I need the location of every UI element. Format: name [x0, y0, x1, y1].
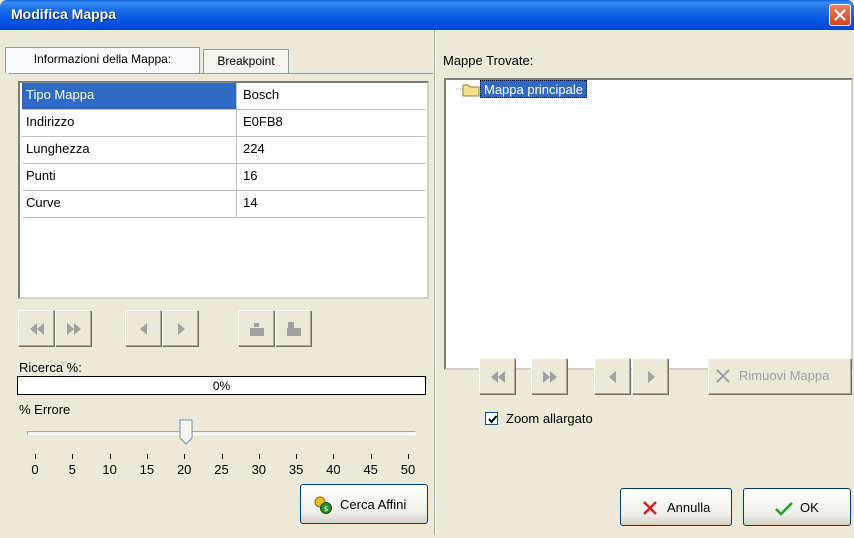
grid-cell-value: E0FB8 [243, 114, 283, 129]
folder-icon [462, 84, 480, 97]
tree-item-main-map[interactable]: Mappa principale [480, 80, 588, 98]
prev-icon [140, 323, 147, 335]
remove-map-label: Rimuovi Mappa [739, 368, 830, 383]
move-up-button[interactable] [275, 310, 311, 346]
remove-map-button[interactable]: Rimuovi Mappa [708, 358, 851, 394]
grid-cell-name: Tipo Mappa [22, 83, 237, 109]
coins-icon: $ [314, 496, 332, 514]
grid-row[interactable]: Curve 14 [22, 191, 426, 218]
window-title: Modifica Mappa [11, 6, 117, 22]
last-icon [543, 371, 557, 383]
right-prev-button[interactable] [594, 358, 630, 394]
slider-tick [370, 454, 372, 459]
cancel-label: Annulla [667, 500, 711, 515]
next-icon [648, 371, 655, 383]
grid-cell-value: 16 [243, 168, 258, 183]
first-button[interactable] [18, 310, 54, 346]
find-similar-button[interactable]: $ Cerca Affini [300, 484, 428, 524]
zoom-label: Zoom allargato [506, 411, 593, 426]
slider-tick-label: 20 [176, 462, 192, 477]
slider-tick-label: 50 [400, 462, 416, 477]
find-similar-label: Cerca Affini [340, 497, 407, 512]
error-label: % Errore [19, 402, 71, 417]
slider-tick [258, 454, 260, 459]
slider-tick [333, 454, 335, 459]
slider-tick-label: 25 [214, 462, 229, 477]
title-bar: Modifica Mappa [0, 0, 854, 30]
grid-cell-name: Lunghezza [22, 137, 237, 163]
grid-row[interactable]: Tipo Mappa Bosch [22, 83, 426, 110]
tree-item-label: Mappa principale [484, 82, 584, 97]
dialog-body: Informazioni della Mappa: Breakpoint Tip… [3, 30, 853, 535]
prev-icon [609, 371, 616, 383]
slider-tick-label: 0 [31, 462, 39, 477]
prev-button[interactable] [125, 310, 161, 346]
search-progress-bar: 0% [17, 376, 426, 395]
grid-cell-value: 14 [243, 195, 258, 210]
panel-divider [434, 30, 436, 535]
ok-label: OK [800, 500, 819, 515]
map-info-grid[interactable]: Tipo Mappa Bosch Indirizzo E0FB8 Lunghez… [18, 81, 429, 299]
slider-tick-label: 30 [251, 462, 267, 477]
error-slider-track[interactable] [27, 431, 416, 435]
next-button[interactable] [162, 310, 198, 346]
close-icon [834, 9, 846, 21]
found-maps-label: Mappe Trovate: [443, 53, 534, 68]
grid-cell-name: Curve [22, 191, 237, 217]
svg-text:$: $ [324, 505, 328, 513]
slider-tick-label: 45 [363, 462, 378, 477]
move-up-icon [287, 322, 301, 336]
slider-tick-label: 35 [288, 462, 304, 477]
found-maps-tree[interactable]: Mappa principale [444, 78, 853, 370]
first-icon [491, 371, 505, 383]
tab-map-info[interactable]: Informazioni della Mappa: [5, 47, 200, 73]
next-icon [178, 323, 185, 335]
slider-tick-label: 40 [326, 462, 341, 477]
tab-breakpoint[interactable]: Breakpoint [203, 49, 289, 73]
check-icon [488, 415, 498, 424]
right-next-button[interactable] [632, 358, 668, 394]
cancel-button[interactable]: Annulla [620, 488, 732, 526]
first-icon [30, 323, 44, 335]
slider-tick-label: 15 [139, 462, 155, 477]
slider-tick [221, 454, 223, 459]
slider-tick [146, 454, 148, 459]
check-icon [775, 502, 793, 516]
grid-row[interactable]: Punti 16 [22, 164, 426, 191]
slider-tick-label: 5 [68, 462, 76, 477]
search-label: Ricerca %: [19, 360, 82, 375]
right-last-button[interactable] [531, 358, 567, 394]
zoom-checkbox[interactable] [485, 412, 498, 425]
x-icon [643, 501, 657, 515]
slider-tick-label: 10 [102, 462, 117, 477]
grid-row[interactable]: Lunghezza 224 [22, 137, 426, 164]
slider-tick [109, 454, 111, 459]
close-button[interactable] [829, 4, 851, 26]
right-first-button[interactable] [479, 358, 515, 394]
grid-cell-value: 224 [243, 141, 265, 156]
slider-tick [408, 454, 409, 459]
x-icon [716, 369, 730, 383]
error-slider-thumb[interactable] [179, 419, 193, 445]
grid-cell-name: Punti [22, 164, 237, 190]
slider-tick [296, 454, 298, 459]
last-icon [67, 323, 81, 335]
slider-tick [184, 454, 186, 459]
ok-button[interactable]: OK [743, 488, 851, 526]
grid-row[interactable]: Indirizzo E0FB8 [22, 110, 426, 137]
slider-tick [72, 454, 74, 459]
tab-breakpoint-label: Breakpoint [217, 54, 275, 68]
slider-tick [35, 454, 36, 459]
move-down-button[interactable] [238, 310, 274, 346]
last-button[interactable] [55, 310, 91, 346]
search-progress-text: 0% [212, 379, 231, 393]
grid-cell-value: Bosch [243, 87, 280, 102]
grid-cell-name: Indirizzo [22, 110, 237, 136]
move-down-icon [250, 323, 264, 336]
tab-map-info-label: Informazioni della Mappa: [33, 52, 172, 66]
